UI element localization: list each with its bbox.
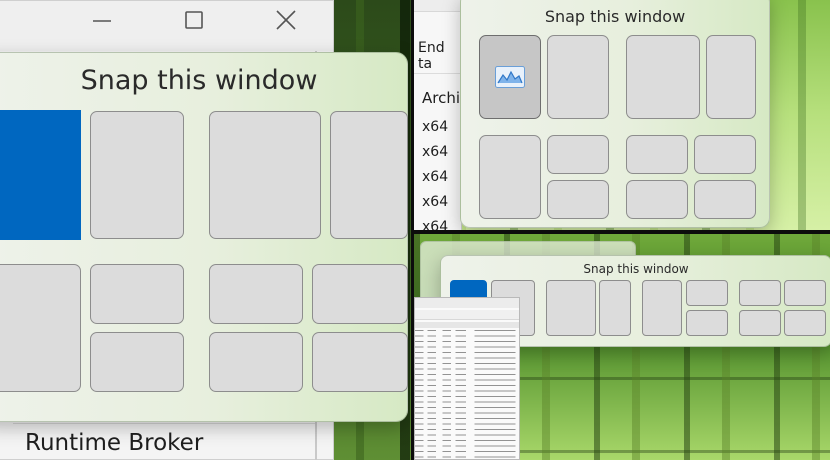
- task-manager-window-thumbnail[interactable]: [414, 297, 520, 460]
- snap-zone-small-right[interactable]: [706, 35, 756, 119]
- flyout-title: Snap this window: [80, 65, 318, 96]
- thumbnail-header: [415, 322, 519, 328]
- snap-zone-q1[interactable]: [739, 280, 781, 306]
- process-name: Runtime Broker: [25, 430, 204, 456]
- thumbnail-process-list: [415, 330, 519, 459]
- snap-zone-bottom-right[interactable]: [686, 310, 728, 336]
- maximize-button[interactable]: [171, 5, 217, 35]
- snap-zone-q4[interactable]: [312, 332, 408, 392]
- minimize-button[interactable]: [79, 5, 125, 35]
- snap-zone-top-right[interactable]: [547, 135, 609, 174]
- snap-zone-q1[interactable]: [626, 135, 688, 174]
- snap-zone-left-half[interactable]: [0, 110, 81, 240]
- snap-zone-q1[interactable]: [209, 264, 303, 324]
- snap-zone-top-right[interactable]: [686, 280, 728, 306]
- minimize-icon: [93, 20, 111, 22]
- snap-zone-q4[interactable]: [694, 180, 756, 219]
- screenshot-collage: Runtime Broker Snap this window End ta A…: [0, 0, 830, 460]
- snap-zone-large-left[interactable]: [626, 35, 700, 119]
- snap-zone-right-half[interactable]: [547, 35, 609, 119]
- snap-zone-large-left[interactable]: [546, 280, 596, 336]
- snap-zone-q3[interactable]: [739, 310, 781, 336]
- app-preview-icon: [495, 66, 525, 88]
- snap-zone-q3[interactable]: [626, 180, 688, 219]
- thumbnail-toolbar: [415, 310, 519, 320]
- snap-zone-small-right[interactable]: [330, 111, 408, 239]
- snap-zone-q2[interactable]: [784, 280, 826, 306]
- snap-zone-top-right[interactable]: [90, 264, 184, 324]
- end-task-button[interactable]: End ta: [418, 40, 461, 72]
- snap-zone-large-left[interactable]: [209, 111, 321, 239]
- snap-zone-main-left[interactable]: [642, 280, 682, 336]
- snap-zone-q2[interactable]: [694, 135, 756, 174]
- window-top-edge: [414, 0, 462, 12]
- snap-zone-left-half[interactable]: [479, 35, 541, 119]
- snap-zone-main-left[interactable]: [479, 135, 541, 219]
- snap-zone-right-half[interactable]: [90, 111, 184, 239]
- process-arch: x64: [422, 119, 449, 135]
- process-row[interactable]: Runtime Broker: [13, 423, 315, 460]
- thumbnail-titlebar: [415, 298, 519, 308]
- snap-zone-q2[interactable]: [312, 264, 408, 324]
- snap-zone-q4[interactable]: [784, 310, 826, 336]
- snap-zone-bottom-right[interactable]: [547, 180, 609, 219]
- column-header-architecture[interactable]: Archi: [422, 89, 460, 107]
- window-titlebar: [0, 1, 333, 51]
- close-icon: [276, 10, 296, 30]
- process-arch: x64: [422, 194, 449, 210]
- flyout-title: Snap this window: [544, 7, 686, 26]
- snap-zone-bottom-right[interactable]: [90, 332, 184, 392]
- toolbar-separator: [414, 73, 462, 74]
- snap-zone-small-right[interactable]: [599, 280, 631, 336]
- snap-zone-q3[interactable]: [209, 332, 303, 392]
- close-button[interactable]: [263, 5, 309, 35]
- flyout-title: Snap this window: [583, 262, 689, 276]
- task-manager-window-top-right: End ta Archi x64 x64 x64 x64 x64: [414, 0, 462, 235]
- process-arch: x64: [422, 144, 449, 160]
- snap-layout-flyout-left: Snap this window: [0, 52, 408, 422]
- process-arch: x64: [422, 169, 449, 185]
- maximize-icon: [185, 11, 203, 29]
- snap-layout-flyout-top-right: Snap this window: [460, 0, 770, 228]
- snap-zone-main-left[interactable]: [0, 264, 81, 392]
